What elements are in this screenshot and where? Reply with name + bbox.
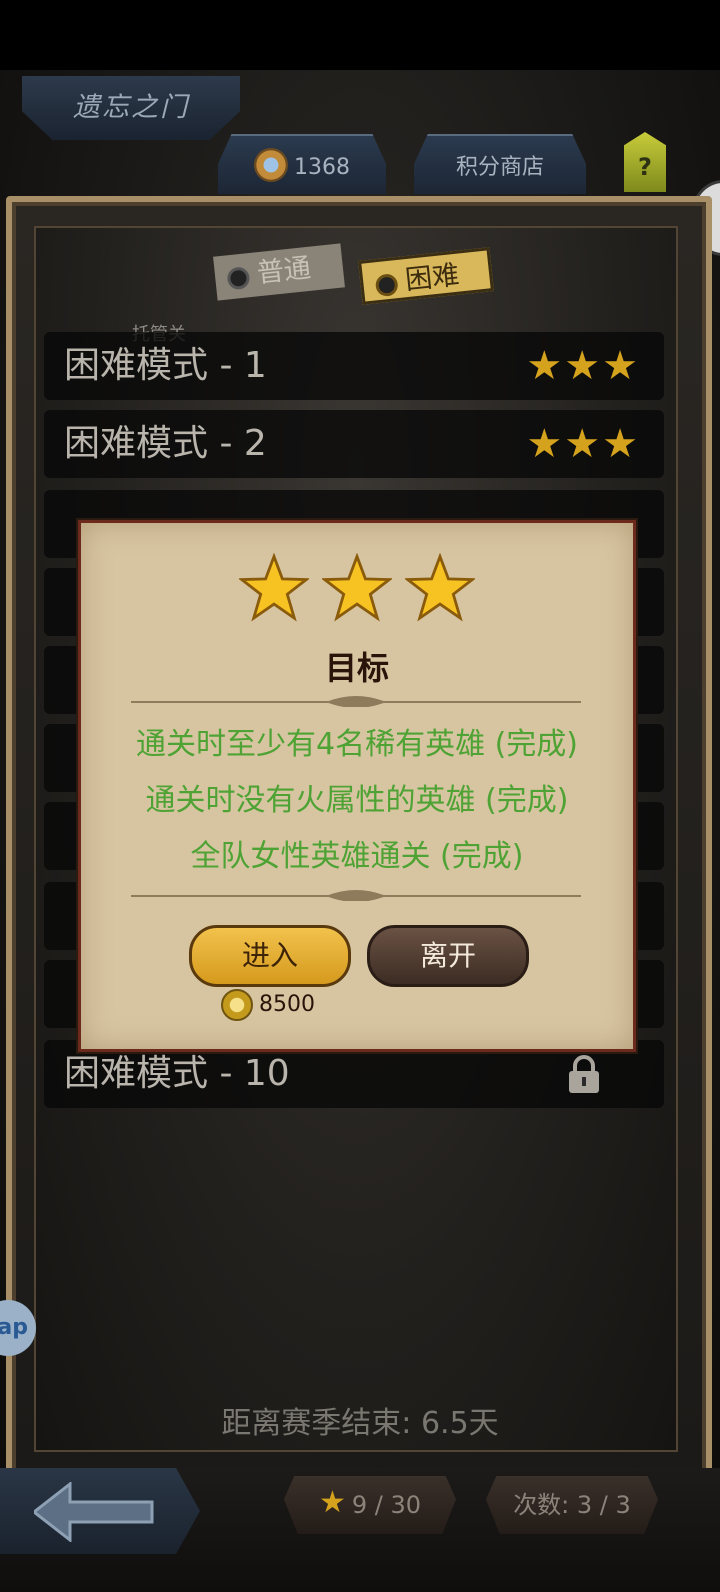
- tab-normal-label: 普通: [255, 252, 313, 290]
- star-icon: [405, 553, 476, 622]
- radio-dot-icon: [226, 266, 251, 291]
- star-icon: [238, 553, 309, 622]
- stage-objective-dialog: 目标 通关时至少有4名稀有英雄 (完成) 通关时没有火属性的英雄 (完成) 全队…: [78, 520, 636, 1052]
- stars-progress: ★ 9 / 30: [284, 1476, 456, 1534]
- points-shop-label: 积分商店: [455, 155, 544, 180]
- level-row[interactable]: 困难模式 - 1 ★★★: [44, 332, 664, 400]
- points-value: 1368: [294, 155, 350, 180]
- points-gem-icon: [254, 148, 288, 182]
- attempts-counter: 次数: 3 / 3: [486, 1476, 658, 1534]
- three-stars-icon: ★★★: [526, 421, 640, 467]
- ornament-divider: [131, 890, 581, 901]
- level-label: 困难模式 - 1: [64, 345, 267, 386]
- level-row[interactable]: 困难模式 - 2 ★★★: [44, 410, 664, 478]
- level-label: 困难模式 - 10: [64, 1053, 290, 1094]
- star-icon: [322, 553, 392, 622]
- objective-3: 全队女性英雄通关 (完成): [190, 839, 524, 874]
- back-arrow-icon: [34, 1482, 154, 1542]
- star-icon: ★: [318, 1485, 346, 1520]
- objective-2: 通关时没有火属性的英雄 (完成): [145, 783, 569, 818]
- objective-1: 通关时至少有4名稀有英雄 (完成): [135, 727, 579, 762]
- three-stars-icon: ★★★: [526, 343, 640, 389]
- status-bar: [0, 0, 720, 70]
- entry-cost: 8500: [221, 989, 315, 1021]
- season-countdown: 距离赛季结束: 6.5天: [221, 1406, 499, 1441]
- lock-icon: [569, 1055, 599, 1093]
- dialog-title: 目标: [324, 649, 389, 687]
- entry-cost-value: 8500: [259, 992, 315, 1017]
- stars-progress-value: 9 / 30: [351, 1491, 422, 1519]
- help-icon: ?: [638, 153, 652, 181]
- leave-button[interactable]: 离开: [367, 925, 529, 987]
- points-shop-button[interactable]: 积分商店: [414, 134, 586, 194]
- enter-button[interactable]: 进入: [189, 925, 351, 987]
- tab-hard-label: 困难: [403, 259, 461, 297]
- coin-icon: [221, 989, 253, 1021]
- ornament-divider: [131, 696, 581, 707]
- dialog-stars: [81, 553, 633, 627]
- page-title: 遗忘之门: [22, 76, 240, 140]
- attempts-value: 次数: 3 / 3: [513, 1491, 631, 1519]
- level-label: 困难模式 - 2: [64, 423, 267, 464]
- radio-dot-icon: [374, 273, 399, 298]
- points-display: 1368: [218, 134, 386, 194]
